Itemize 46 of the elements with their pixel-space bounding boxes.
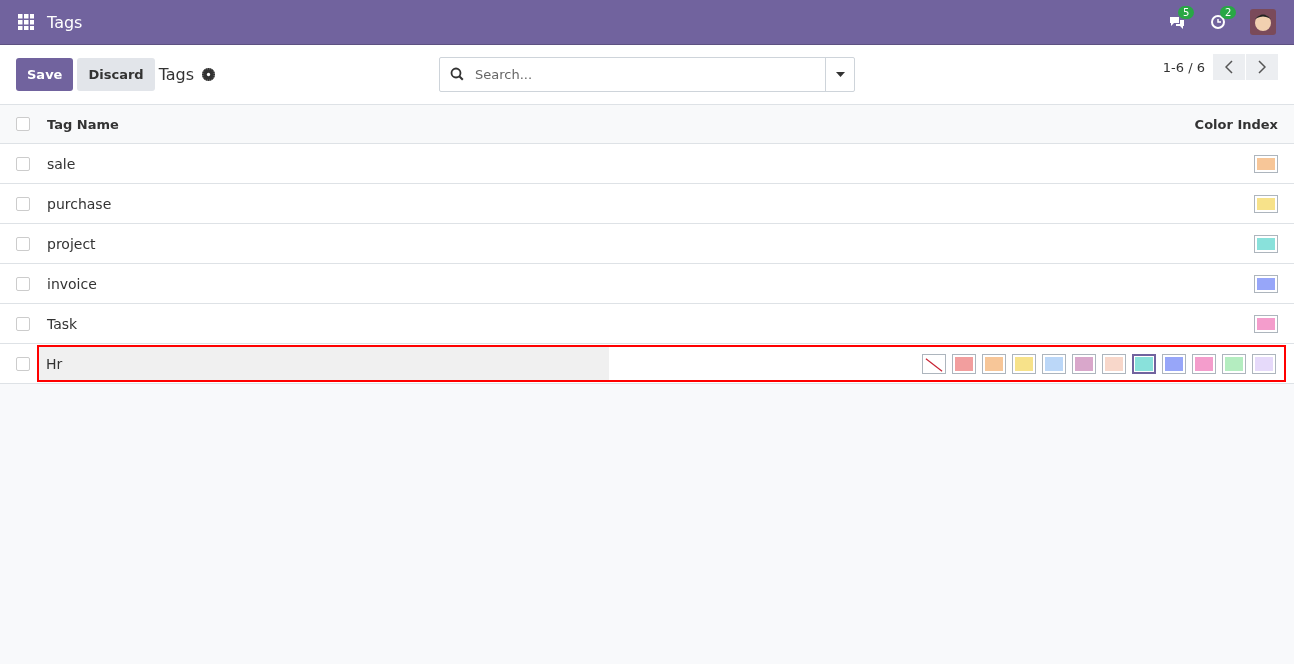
row-checkbox[interactable] [16,276,30,291]
chat-icon[interactable] [1168,14,1186,30]
column-header[interactable]: Tag Name [47,116,119,132]
message-count-badge: 5 [1178,6,1195,19]
app-title: Tags [47,12,83,32]
save-button[interactable]: Save [16,58,74,91]
color-option[interactable] [1102,353,1126,374]
tag-name-cell: invoice [47,275,97,292]
no-color-option[interactable] [922,353,946,374]
color-option[interactable] [1042,353,1066,374]
breadcrumb-title: Tags [158,65,195,84]
tag-name-input[interactable]: Hr [39,347,609,380]
color-option[interactable] [1252,353,1276,374]
apps-grid-icon[interactable] [18,14,34,30]
color-option[interactable] [1222,353,1246,374]
row-checkbox[interactable] [16,356,30,371]
activity-count-badge: 2 [1220,6,1237,19]
search-icon [450,67,464,81]
tag-name-cell: project [47,235,96,252]
row-checkbox[interactable] [16,156,30,171]
row-checkbox[interactable] [16,236,30,251]
color-option[interactable] [1192,353,1216,374]
discard-button[interactable]: Discard [77,58,155,91]
color-option[interactable] [1162,353,1186,374]
clock-icon[interactable] [1210,14,1226,30]
chevron-left-icon [1225,60,1233,74]
search-field[interactable]: Search... [439,57,855,92]
tag-name-cell: Task [47,315,78,332]
color-option[interactable] [1072,353,1096,374]
caret-icon [835,72,845,77]
settings-icon[interactable] [202,68,216,81]
tag-name-cell: sale [47,155,76,172]
row-checkbox[interactable] [16,316,30,331]
pager-value: 1-6 / 6 [1162,59,1205,75]
avatar-icon[interactable] [1250,9,1276,35]
color-option[interactable] [952,353,976,374]
previous-page-button[interactable] [1213,54,1245,80]
chevron-right-icon [1258,60,1266,74]
select-all-checkbox[interactable] [16,117,30,131]
row-checkbox[interactable] [16,196,30,211]
tag-name-cell: purchase [47,195,112,212]
color-option[interactable] [982,353,1006,374]
color-option[interactable] [1012,353,1036,374]
column-header[interactable]: Color Index [1194,116,1278,132]
color-option[interactable] [1132,353,1156,374]
next-page-button[interactable] [1246,54,1278,80]
